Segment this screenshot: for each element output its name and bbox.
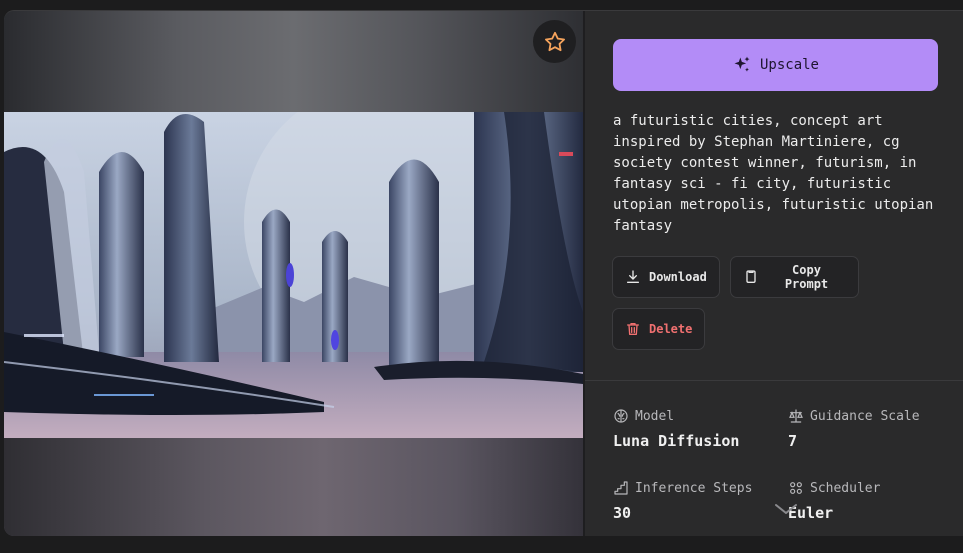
scheduler-detail: Scheduler Euler xyxy=(788,480,881,523)
scheduler-icon xyxy=(788,480,804,496)
blurred-backdrop-bottom xyxy=(4,438,583,536)
guidance-scale-label: Guidance Scale xyxy=(810,408,920,424)
copy-icon xyxy=(743,269,759,285)
guidance-scale-value: 7 xyxy=(788,432,798,450)
generated-image[interactable] xyxy=(4,112,583,438)
inference-steps-detail: Inference Steps 30 xyxy=(613,480,753,523)
model-detail: Model Luna Diffusion xyxy=(613,408,740,451)
scheduler-value: Euler xyxy=(788,504,834,522)
delete-button[interactable]: Delete xyxy=(612,308,705,350)
favorite-button[interactable] xyxy=(533,20,576,63)
brain-icon xyxy=(613,408,629,424)
delete-label: Delete xyxy=(649,322,693,336)
download-button[interactable]: Download xyxy=(612,256,720,298)
blurred-backdrop-top xyxy=(4,11,583,112)
sparkles-icon xyxy=(732,55,752,75)
inference-steps-value: 30 xyxy=(613,504,632,522)
steps-icon xyxy=(613,480,629,496)
trash-icon xyxy=(625,320,641,338)
upscale-button[interactable]: Upscale xyxy=(613,39,938,91)
prompt-text: a futuristic cities, concept art inspire… xyxy=(613,113,934,234)
download-label: Download xyxy=(649,270,707,284)
copy-prompt-label: Copy Prompt xyxy=(784,263,829,291)
image-detail-modal: Upscale a futuristic cities, concept art… xyxy=(4,10,963,536)
star-icon xyxy=(543,30,567,54)
chevron-down-icon[interactable] xyxy=(773,501,799,517)
section-divider xyxy=(585,380,963,381)
inference-steps-label: Inference Steps xyxy=(635,480,753,496)
scale-icon xyxy=(788,408,804,424)
download-icon xyxy=(625,269,641,285)
model-value: Luna Diffusion xyxy=(613,432,740,450)
image-preview-panel xyxy=(4,11,583,536)
copy-prompt-button[interactable]: Copy Prompt xyxy=(730,256,859,298)
model-label: Model xyxy=(635,408,675,424)
details-panel: Upscale a futuristic cities, concept art… xyxy=(585,11,963,536)
upscale-label: Upscale xyxy=(759,57,819,73)
scheduler-label: Scheduler xyxy=(810,480,881,496)
guidance-scale-detail: Guidance Scale 7 xyxy=(788,408,920,451)
